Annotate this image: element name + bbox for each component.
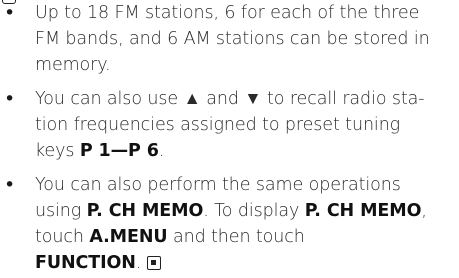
- bullet-icon: •: [4, 2, 16, 24]
- text-line: touch A.MENU and then touch: [35, 227, 305, 247]
- preset-keys-label: P 1—P 6: [79, 141, 159, 161]
- text-line: using P. CH MEMO. To display P. CH MEMO,: [35, 201, 427, 221]
- pch-memo-label: P. CH MEMO: [86, 201, 204, 221]
- bullet-icon: •: [4, 88, 16, 110]
- end-of-section-icon: [147, 256, 162, 270]
- note-text: Up to 18 FM stations, 6 for each of the …: [35, 0, 455, 78]
- text-line: keys P 1—P 6.: [35, 141, 165, 161]
- text-line: You can also use ▲ and ▼ to recall radio…: [35, 89, 425, 109]
- text-line: memory.: [35, 55, 111, 75]
- text-line: FUNCTION.: [35, 250, 455, 276]
- note-text: You can also perform the same operations…: [35, 172, 455, 276]
- function-label: FUNCTION: [35, 253, 136, 273]
- text-line: You can also perform the same operations: [35, 175, 401, 195]
- text-line: tion frequencies assigned to preset tuni…: [35, 115, 401, 135]
- note-text: You can also use ▲ and ▼ to recall radio…: [35, 86, 455, 164]
- pch-memo-label: P. CH MEMO: [304, 201, 422, 221]
- text-line: Up to 18 FM stations, 6 for each of the …: [35, 3, 420, 23]
- text-line: FM bands, and 6 AM stations can be store…: [35, 29, 430, 49]
- a-menu-label: A.MENU: [89, 227, 168, 247]
- bullet-icon: •: [4, 174, 16, 196]
